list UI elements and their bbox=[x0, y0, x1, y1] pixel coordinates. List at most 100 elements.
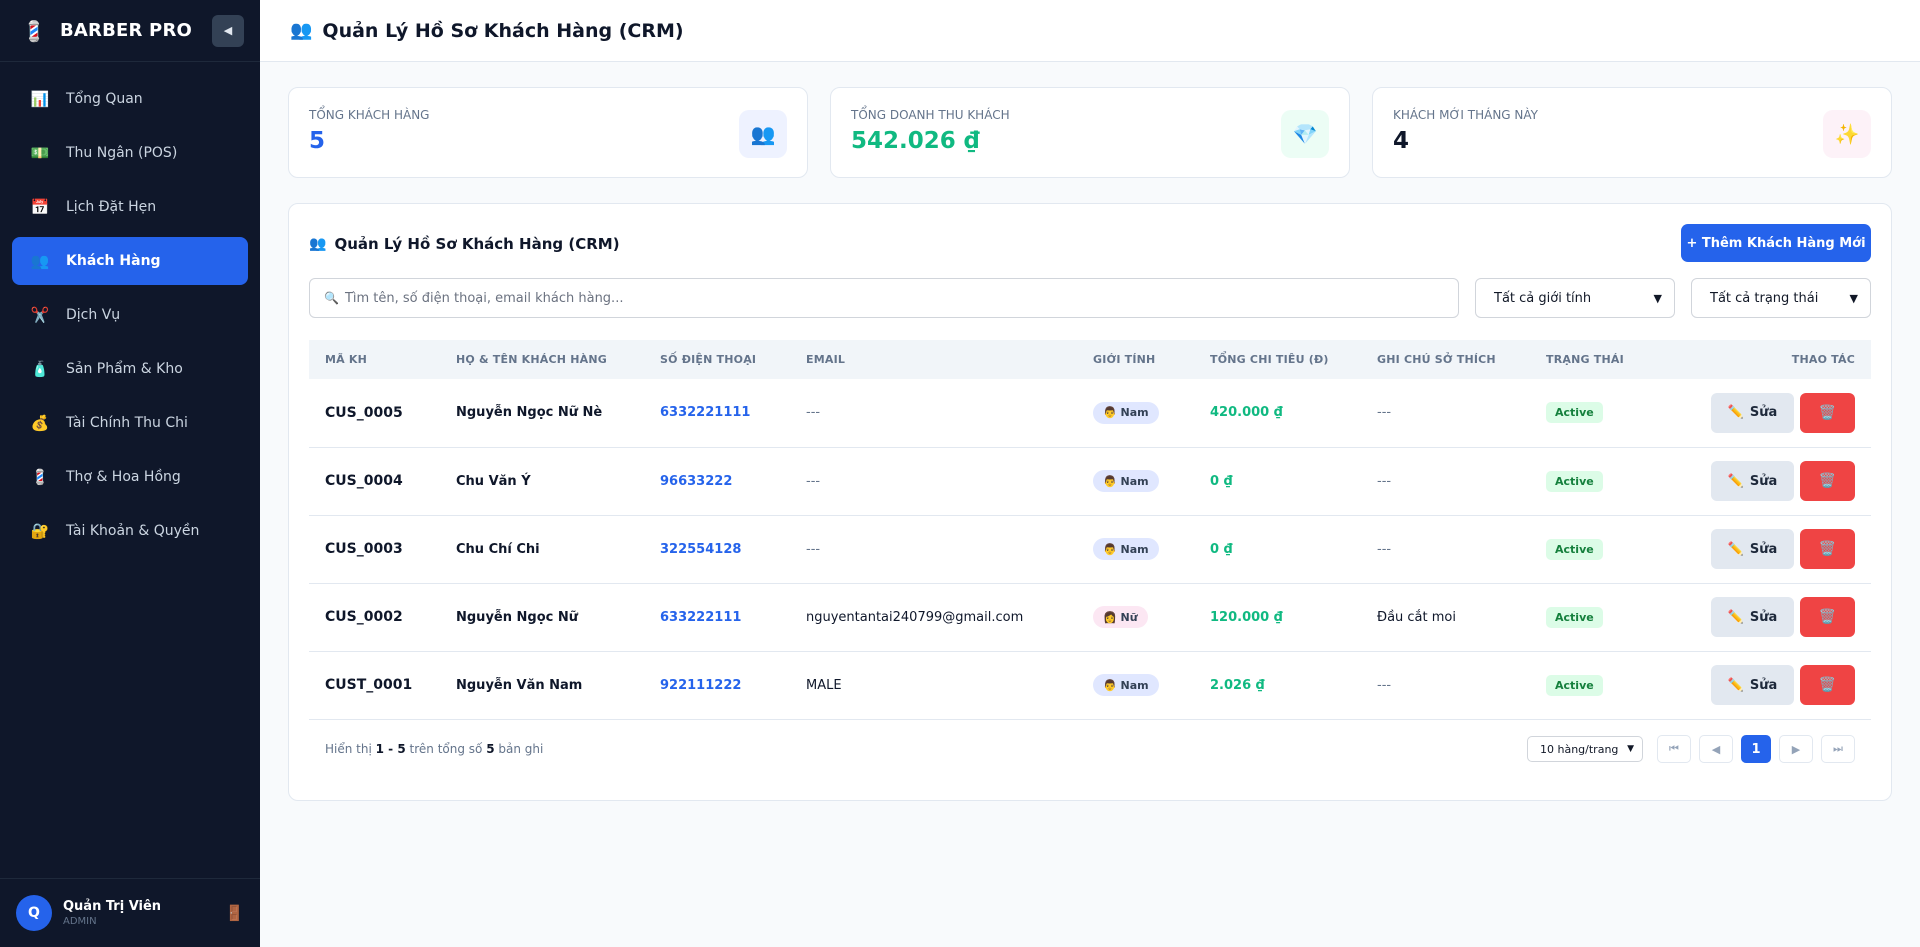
customer-note: --- bbox=[1377, 677, 1392, 693]
prev-page-button[interactable]: ◀ bbox=[1699, 735, 1733, 763]
gender-cell: 👨 Nam bbox=[1077, 515, 1194, 583]
scissors-icon: ✂️ bbox=[30, 306, 50, 324]
last-page-button[interactable]: ⏭ bbox=[1821, 735, 1855, 763]
customer-note: --- bbox=[1377, 541, 1392, 557]
search-icon: 🔍 bbox=[324, 291, 339, 305]
customer-phone[interactable]: 322554128 bbox=[644, 515, 790, 583]
sidebar-item-label: Lịch Đặt Hẹn bbox=[66, 199, 157, 215]
pagination-range: 1 - 5 bbox=[375, 742, 406, 756]
gender-filter-select[interactable]: Tất cả giới tính ▼ bbox=[1475, 278, 1675, 318]
male-icon: 👨 bbox=[1103, 678, 1117, 692]
sidebar-item-tai-chinh[interactable]: 💰 Tài Chính Thu Chi bbox=[12, 399, 248, 447]
add-customer-button[interactable]: + Thêm Khách Hàng Mới bbox=[1681, 224, 1871, 262]
next-page-button[interactable]: ▶ bbox=[1779, 735, 1813, 763]
sidebar-item-label: Sản Phẩm & Kho bbox=[66, 361, 183, 377]
edit-button[interactable]: ✏️ Sửa bbox=[1711, 597, 1794, 637]
users-icon: 👥 bbox=[30, 252, 50, 270]
customer-phone[interactable]: 633222111 bbox=[644, 583, 790, 651]
actions-cell: ✏️ Sửa 🗑️ bbox=[1670, 447, 1871, 515]
barber-pole-icon: 💈 bbox=[30, 468, 50, 486]
edit-button[interactable]: ✏️ Sửa bbox=[1711, 529, 1794, 569]
user-role: ADMIN bbox=[63, 916, 97, 927]
actions-cell: ✏️ Sửa 🗑️ bbox=[1670, 583, 1871, 651]
pencil-icon: ✏️ bbox=[1727, 405, 1744, 421]
status-badge: Active bbox=[1546, 538, 1603, 560]
gender-badge: 👩 Nữ bbox=[1093, 606, 1148, 628]
sidebar-item-tong-quan[interactable]: 📊 Tổng Quan bbox=[12, 75, 248, 123]
delete-button[interactable]: 🗑️ bbox=[1800, 529, 1855, 569]
trash-icon: 🗑️ bbox=[1818, 473, 1837, 489]
sidebar-item-dich-vu[interactable]: ✂️ Dịch Vụ bbox=[12, 291, 248, 339]
gender-label: Nam bbox=[1120, 542, 1149, 556]
collapse-sidebar-button[interactable]: ◀ bbox=[212, 14, 244, 47]
pagination-prefix: Hiển thị bbox=[325, 742, 372, 756]
pagination-total: 5 bbox=[486, 742, 495, 756]
status-cell: Active bbox=[1530, 515, 1670, 583]
customer-note: Đầu cắt moi bbox=[1377, 609, 1456, 625]
customer-name: Chu Chí Chi bbox=[456, 541, 540, 557]
users-icon: 👥 bbox=[739, 110, 787, 158]
panel-title: 👥 Quản Lý Hồ Sơ Khách Hàng (CRM) bbox=[309, 226, 620, 262]
sidebar-item-san-pham-kho[interactable]: 🧴 Sản Phẩm & Kho bbox=[12, 345, 248, 393]
pagination: 10 hàng/trang ▼ ⏮ ◀ 1 ▶ ⏭ bbox=[1527, 735, 1855, 763]
pencil-icon: ✏️ bbox=[1727, 473, 1744, 489]
col-header: Giới Tính bbox=[1093, 353, 1156, 366]
edit-label: Sửa bbox=[1749, 473, 1778, 489]
rows-per-page-select[interactable]: 10 hàng/trang ▼ bbox=[1527, 736, 1643, 762]
search-placeholder: Tìm tên, số điện thoại, email khách hàng… bbox=[344, 290, 624, 306]
stat-label: Tổng khách hàng bbox=[309, 108, 430, 122]
search-input[interactable]: 🔍 Tìm tên, số điện thoại, email khách hà… bbox=[309, 278, 1459, 318]
edit-button[interactable]: ✏️ Sửa bbox=[1711, 392, 1794, 433]
edit-button[interactable]: ✏️ Sửa bbox=[1711, 665, 1794, 705]
sidebar-item-lich-dat-hen[interactable]: 📅 Lịch Đặt Hẹn bbox=[12, 183, 248, 231]
pencil-icon: ✏️ bbox=[1727, 677, 1744, 693]
customer-phone[interactable]: 6332221111 bbox=[644, 379, 790, 447]
delete-button[interactable]: 🗑️ bbox=[1800, 665, 1855, 705]
customer-id: CUST_0001 bbox=[325, 677, 413, 693]
customer-spent: 420.000 ₫ bbox=[1210, 405, 1283, 421]
trash-icon: 🗑️ bbox=[1818, 609, 1837, 625]
first-page-button[interactable]: ⏮ bbox=[1657, 735, 1691, 763]
status-filter-select[interactable]: Tất cả trạng thái ▼ bbox=[1691, 278, 1871, 318]
edit-label: Sửa bbox=[1749, 405, 1778, 421]
customer-phone[interactable]: 96633222 bbox=[644, 447, 790, 515]
sidebar-item-khach-hang[interactable]: 👥 Khách Hàng bbox=[12, 237, 248, 285]
stat-card-new-customers: Khách mới tháng này 4 ✨ bbox=[1372, 87, 1892, 178]
panel-title-text: Quản Lý Hồ Sơ Khách Hàng (CRM) bbox=[334, 235, 620, 253]
customer-phone[interactable]: 922111222 bbox=[644, 651, 790, 719]
sidebar-item-tai-khoan[interactable]: 🔐 Tài Khoản & Quyền bbox=[12, 507, 248, 555]
edit-button[interactable]: ✏️ Sửa bbox=[1711, 461, 1794, 501]
table-header: Mã KH Họ & Tên Khách Hàng Số Điện Thoại … bbox=[309, 340, 1871, 379]
barber-pole-icon: 💈 bbox=[21, 18, 47, 43]
col-header: Trạng Thái bbox=[1546, 353, 1624, 366]
customer-email: MALE bbox=[806, 677, 842, 693]
delete-button[interactable]: 🗑️ bbox=[1800, 597, 1855, 637]
delete-button[interactable]: 🗑️ bbox=[1800, 392, 1855, 433]
money-bag-icon: 💰 bbox=[30, 414, 50, 432]
delete-button[interactable]: 🗑️ bbox=[1800, 461, 1855, 501]
lock-icon: 🔐 bbox=[30, 522, 50, 540]
customer-id: CUS_0005 bbox=[325, 404, 403, 421]
sidebar-item-tho-hoa-hong[interactable]: 💈 Thợ & Hoa Hồng bbox=[12, 453, 248, 501]
col-header: Số Điện Thoại bbox=[660, 353, 757, 366]
trash-icon: 🗑️ bbox=[1818, 541, 1837, 557]
avatar: Q bbox=[16, 895, 52, 931]
customer-spent: 120.000 ₫ bbox=[1210, 609, 1283, 625]
gender-badge: 👨 Nam bbox=[1093, 401, 1159, 424]
sidebar-item-label: Tài Chính Thu Chi bbox=[66, 415, 188, 431]
status-badge: Active bbox=[1546, 470, 1603, 492]
status-cell: Active bbox=[1530, 379, 1670, 447]
table-row: CUS_0002 Nguyễn Ngọc Nữ 633222111 nguyen… bbox=[309, 583, 1871, 651]
sidebar-item-thu-ngan[interactable]: 💵 Thu Ngân (POS) bbox=[12, 129, 248, 177]
pagination-info: Hiển thị 1 - 5 trên tổng số 5 bản ghi bbox=[325, 742, 543, 756]
sidebar: 💈 BARBER PRO ◀ 📊 Tổng Quan 💵 Thu Ngân (P… bbox=[0, 0, 260, 947]
page-1-button[interactable]: 1 bbox=[1741, 735, 1771, 763]
pagination-suffix: bản ghi bbox=[498, 742, 544, 756]
sidebar-nav: 📊 Tổng Quan 💵 Thu Ngân (POS) 📅 Lịch Đặt … bbox=[0, 62, 260, 555]
customer-email: --- bbox=[806, 473, 821, 489]
customer-email: nguyentantai240799@gmail.com bbox=[806, 609, 1024, 625]
customer-spent: 0 ₫ bbox=[1210, 541, 1233, 557]
actions-cell: ✏️ Sửa 🗑️ bbox=[1670, 651, 1871, 719]
logout-icon[interactable]: 🚪 bbox=[225, 904, 244, 922]
customer-note: --- bbox=[1377, 405, 1392, 421]
